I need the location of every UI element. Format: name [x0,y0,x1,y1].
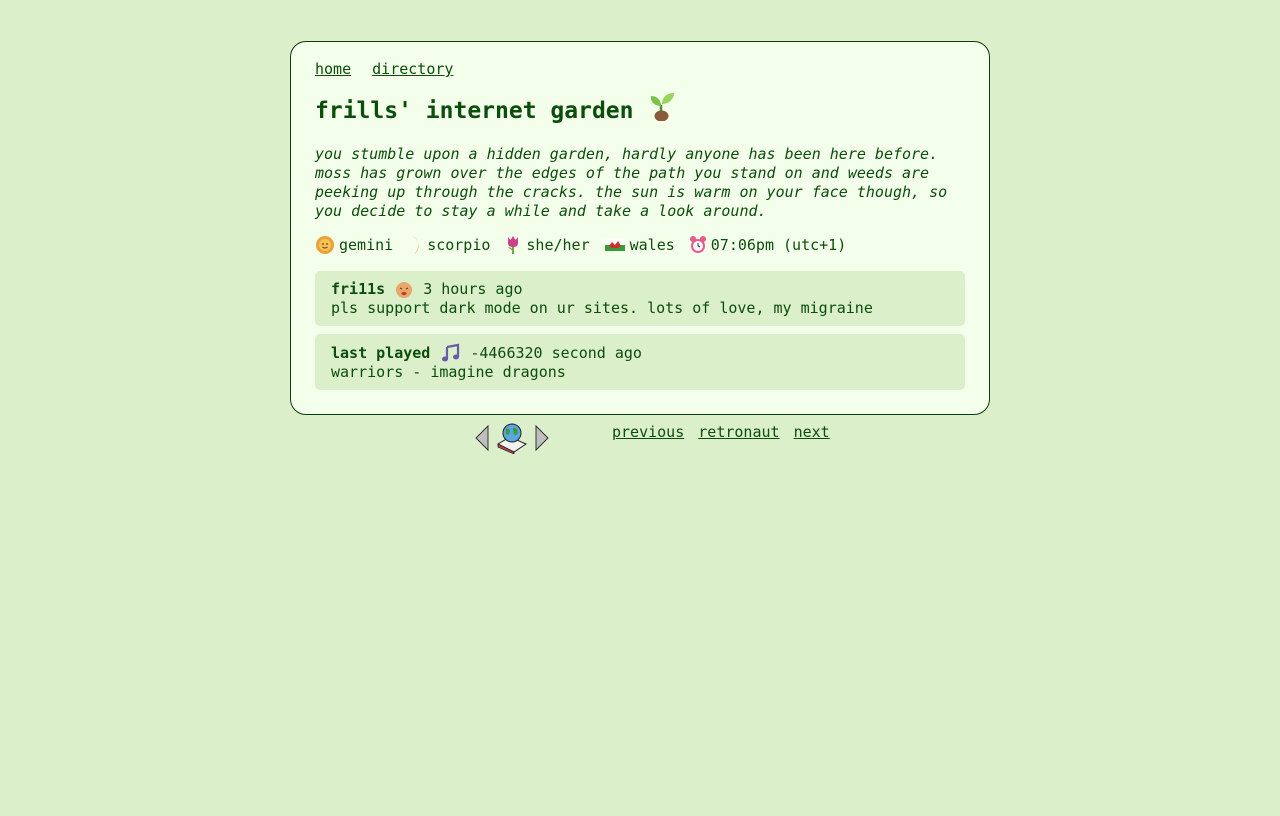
last-played-header: last played -4466320 second ago [331,343,949,363]
status-header: fri11s 3 hours ago [331,280,949,299]
nav-directory-link[interactable]: directory [372,60,453,78]
intro-description: you stumble upon a hidden garden, hardly… [315,145,948,220]
top-nav: home directory [315,59,965,79]
profile-facts: gemini scorpio she/her wales 07:06pm (ut… [315,234,965,256]
status-user: fri11s [331,280,386,298]
fact-moon: scorpio [407,234,490,256]
webring-links: previous retronaut next [612,423,835,441]
dragon-flag-icon [604,237,626,253]
webring-name-link[interactable]: retronaut [698,423,779,441]
fact-time-text: 07:06pm (utc+1) [710,236,847,254]
fact-sign: gemini [315,234,393,256]
last-played-box: last played -4466320 second ago warriors… [315,334,965,390]
fact-sign-text: gemini [339,236,394,254]
tired-face-icon [395,281,413,299]
music-note-icon [440,343,460,363]
fact-time: 07:06pm (utc+1) [689,234,846,256]
last-played-track: warriors - imagine dragons [331,363,566,381]
webring-next-arrow-icon[interactable] [534,424,550,456]
tulip-icon [504,235,522,255]
crescent-moon-icon [407,235,423,255]
webring-previous-link[interactable]: previous [612,423,684,441]
webring-badge [474,422,550,458]
last-played-label: last played [331,343,431,362]
globe-book-icon[interactable] [496,422,528,458]
sun-face-icon [315,235,335,255]
fact-location: wales [604,234,675,256]
profile-card: home directory frills' internet garden y… [290,41,990,415]
last-played-time: -4466320 second ago [470,343,642,362]
webring-prev-arrow-icon[interactable] [474,424,490,456]
status-box: fri11s 3 hours ago pls support dark mode… [315,271,965,326]
alarm-clock-icon [689,235,707,255]
status-time: 3 hours ago [423,280,523,298]
nav-home-link[interactable]: home [315,60,351,78]
status-text: pls support dark mode on ur sites. lots … [331,299,873,317]
fact-moon-text: scorpio [427,236,491,254]
seedling-icon [648,91,676,131]
page-title: frills' internet garden [315,91,965,131]
fact-location-text: wales [629,236,675,254]
fact-pronouns: she/her [504,234,590,256]
webring-next-link[interactable]: next [794,423,830,441]
fact-pronouns-text: she/her [526,236,590,254]
page-title-text: frills' internet garden [315,98,634,124]
